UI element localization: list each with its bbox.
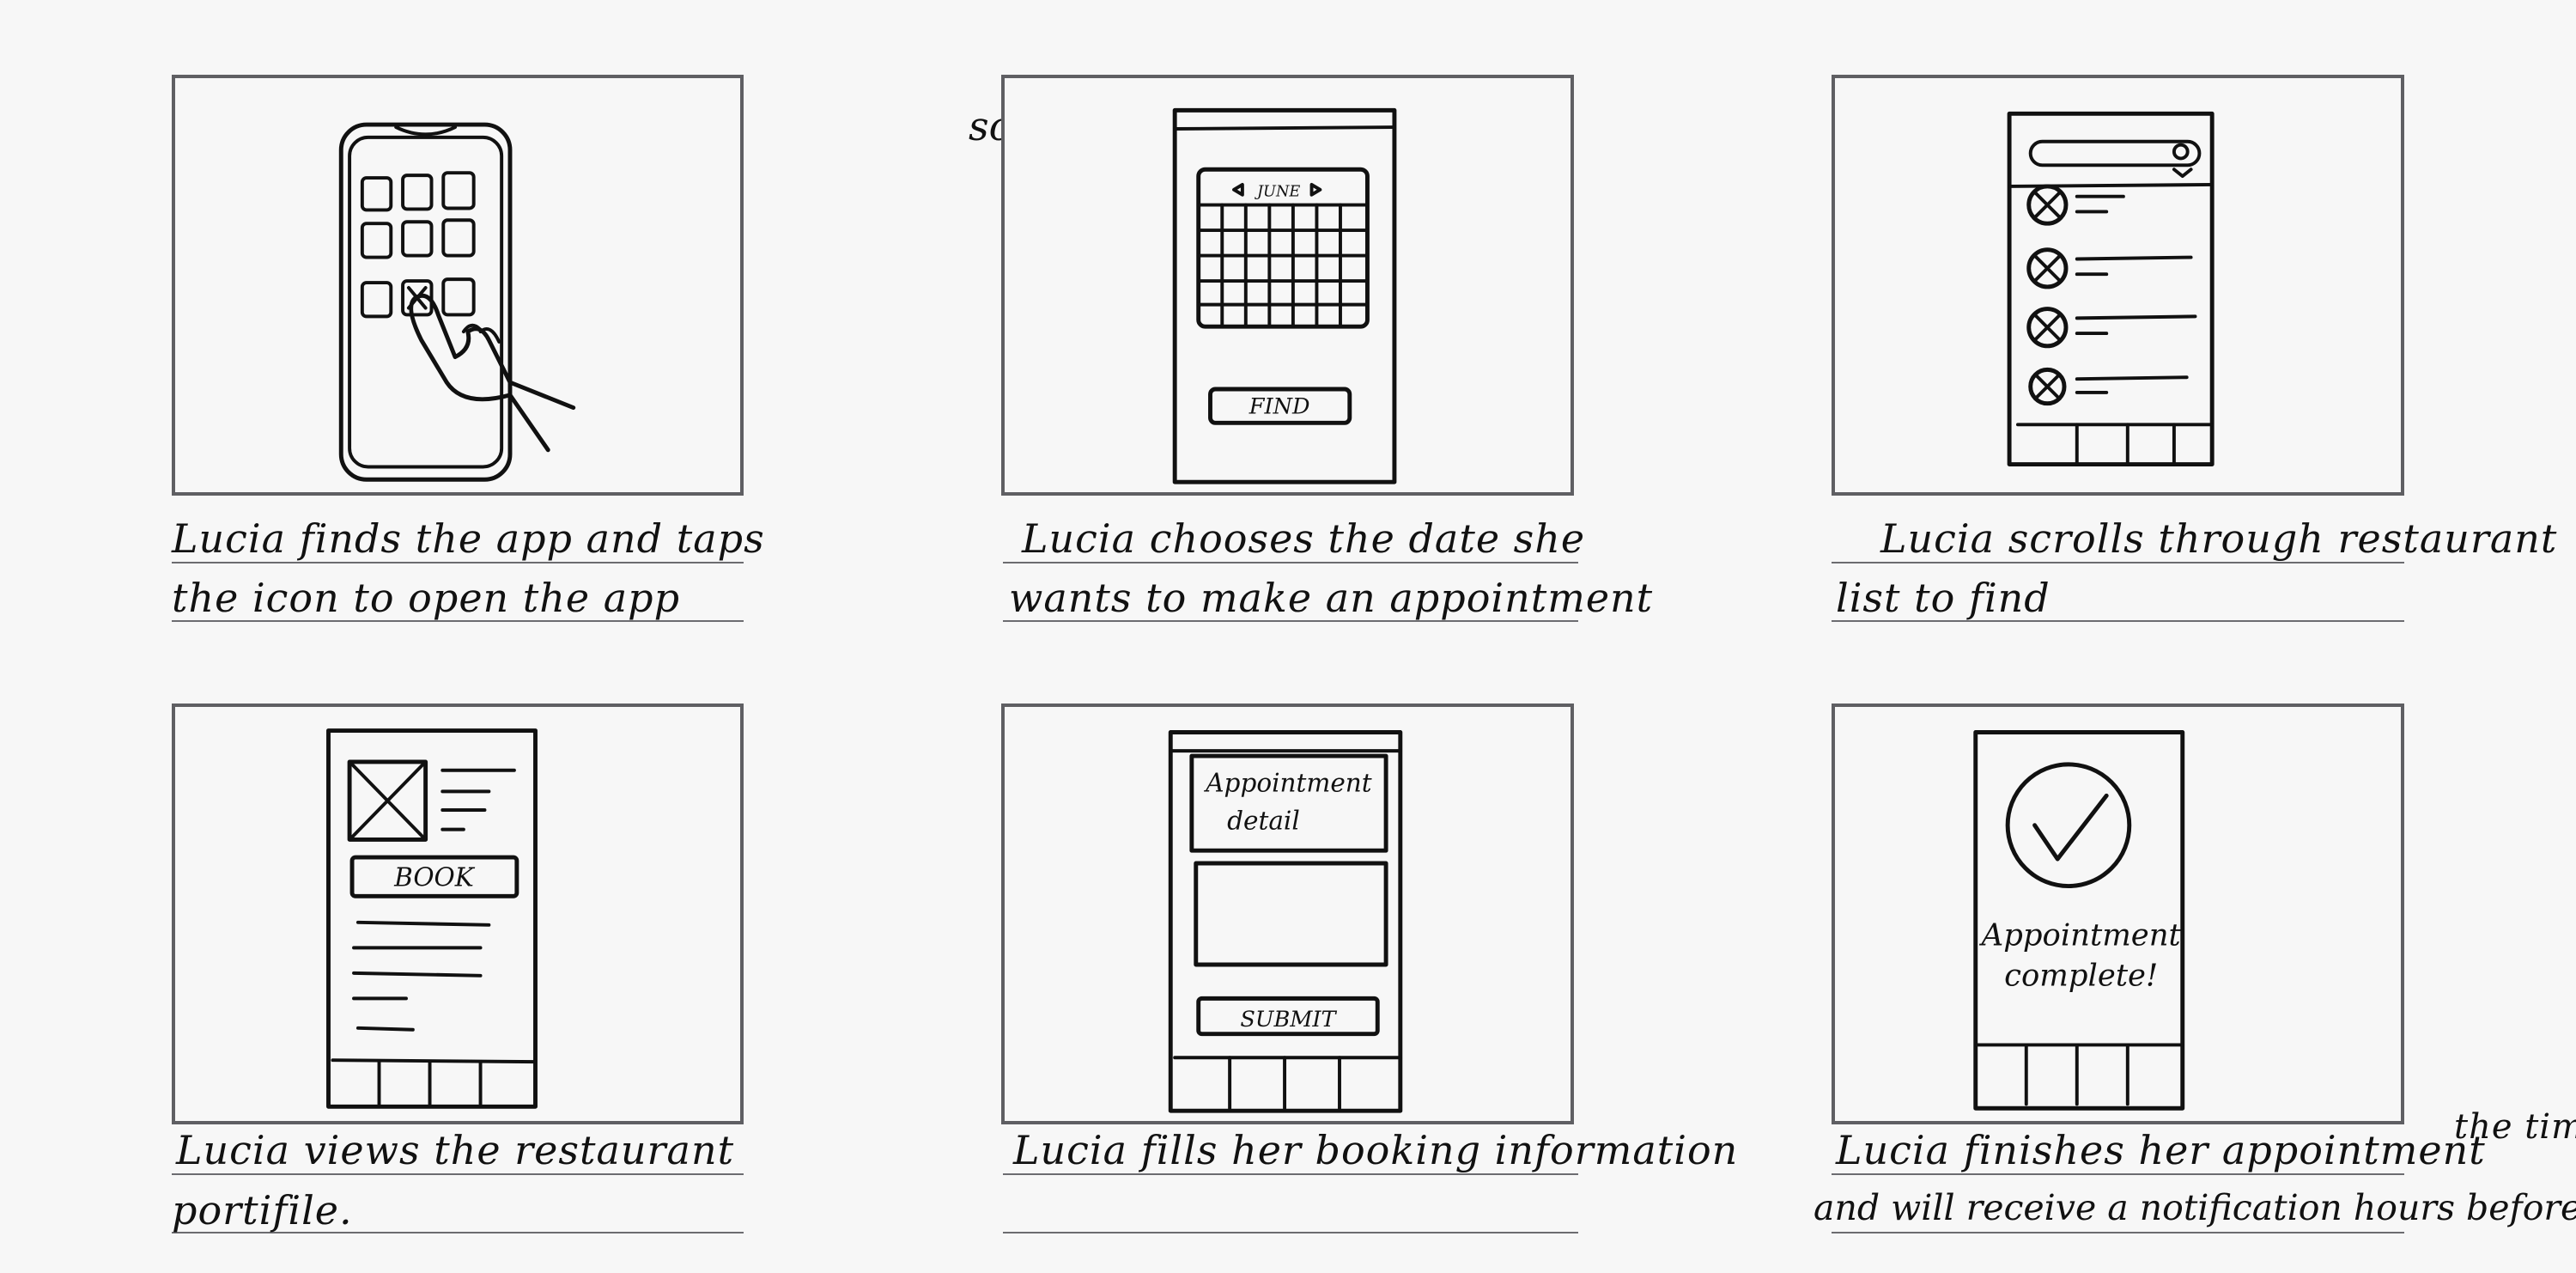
detail-title-line-1: Appointment bbox=[1203, 768, 1372, 797]
caption-panel-2-line-1: Lucia chooses the date she bbox=[1022, 515, 1586, 562]
checkmark-circle-icon bbox=[2005, 762, 2132, 888]
storyboard-frame-4: BOOK bbox=[172, 704, 744, 1124]
caption-panel-6-line-1: Lucia finishes her appointment bbox=[1836, 1127, 2486, 1173]
appointment-detail-box: Appointment detail bbox=[1189, 753, 1388, 853]
submit-button-label: SUBMIT bbox=[1240, 1007, 1337, 1032]
confirmation-message-line-2: complete! bbox=[2004, 959, 2158, 994]
restaurant-profile-sketch: BOOK bbox=[326, 728, 538, 1109]
tapping-hand-icon bbox=[409, 293, 576, 453]
caption-panel-3-line-1: Lucia scrolls through restaurant bbox=[1880, 515, 2558, 562]
confirmation-message-line-1: Appointment bbox=[1979, 917, 2182, 953]
storyboard-frame-3 bbox=[1832, 75, 2404, 496]
storyboard-frame-2: JUNE FIND bbox=[1001, 75, 1574, 496]
next-month-icon bbox=[1309, 182, 1322, 197]
caption-panel-4-line-1: Lucia views the restaurant bbox=[176, 1127, 735, 1173]
bottom-tab-bar bbox=[1973, 1043, 2184, 1106]
find-button-label: FIND bbox=[1249, 394, 1310, 420]
restaurant-list-sketch bbox=[2007, 111, 2215, 466]
search-icon bbox=[2172, 143, 2190, 161]
book-button: BOOK bbox=[349, 855, 519, 898]
detail-title-line-2: detail bbox=[1227, 807, 1300, 836]
restaurant-list bbox=[2026, 184, 2197, 406]
restaurant-photo-placeholder bbox=[347, 759, 428, 842]
prev-month-icon bbox=[1232, 182, 1244, 197]
caption-panel-1-line-1: Lucia finds the app and taps bbox=[172, 515, 765, 562]
caption-panel-2-line-2: wants to make an appointment bbox=[1009, 575, 1654, 621]
confirmation-screen-sketch: Appointment complete! bbox=[1973, 730, 2185, 1111]
caption-panel-6-margin-note: the time bbox=[2454, 1107, 2576, 1147]
submit-button: SUBMIT bbox=[1196, 996, 1380, 1037]
phone-home-sketch bbox=[338, 122, 576, 482]
storyboard-frame-1 bbox=[172, 75, 744, 496]
caption-panel-6-line-2: and will receive a notification hours be… bbox=[1814, 1187, 2576, 1228]
find-button: FIND bbox=[1208, 387, 1352, 425]
calendar-screen-sketch: JUNE FIND bbox=[1172, 107, 1397, 484]
caption-panel-4-line-2: portifile. bbox=[172, 1187, 353, 1233]
booking-info-input-area bbox=[1194, 861, 1388, 967]
search-bar bbox=[2028, 139, 2202, 179]
bottom-tab-bar bbox=[331, 1058, 538, 1106]
caption-panel-5-line-1: Lucia fills her booking information bbox=[1013, 1127, 1739, 1173]
bottom-tab-bar bbox=[2015, 423, 2215, 466]
storyboard-frame-5: Appointment detail SUBMIT bbox=[1001, 704, 1574, 1124]
book-button-label: BOOK bbox=[393, 863, 476, 892]
bottom-tab-bar bbox=[1173, 1056, 1402, 1111]
caption-panel-1-line-2: the icon to open the app bbox=[172, 575, 681, 621]
storyboard-frame-6: Appointment complete! bbox=[1832, 704, 2404, 1124]
calendar-month-label: JUNE bbox=[1255, 184, 1300, 201]
calendar-widget: JUNE bbox=[1196, 167, 1370, 329]
caption-panel-3-line-2: list to find bbox=[1836, 575, 2050, 621]
booking-form-sketch: Appointment detail SUBMIT bbox=[1168, 730, 1403, 1113]
